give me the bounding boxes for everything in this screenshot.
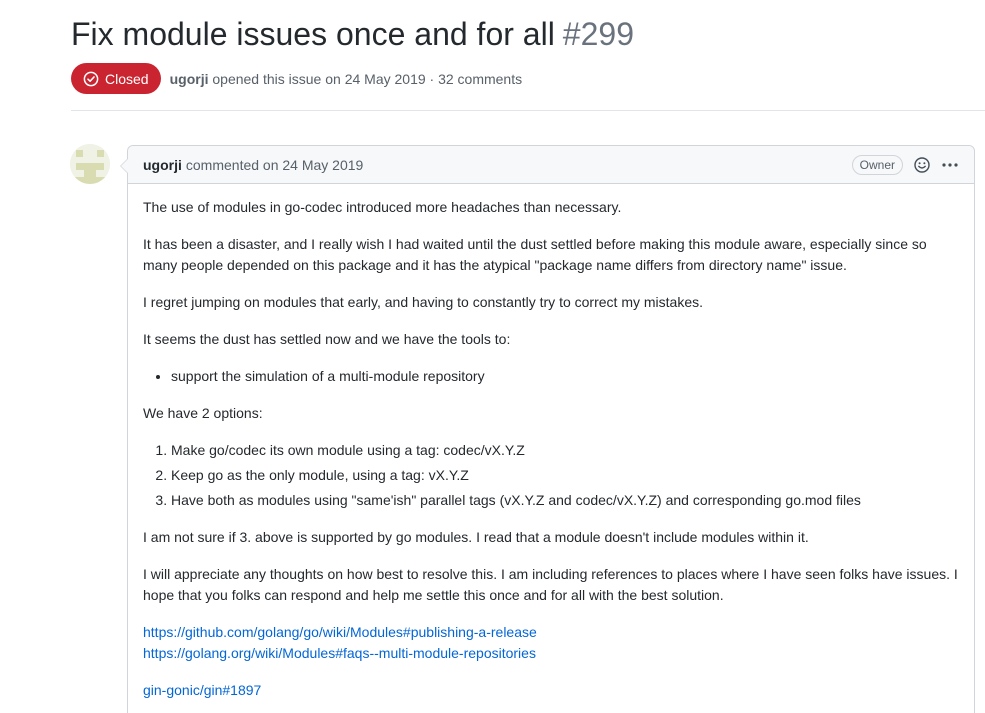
paragraph: It has been a disaster, and I really wis… xyxy=(143,236,927,273)
issue-number: #299 xyxy=(562,16,634,52)
list-item: support the simulation of a multi-module… xyxy=(171,366,959,387)
issue-meta-suffix: opened this issue on 24 May 2019 · 32 co… xyxy=(212,70,523,87)
header-divider xyxy=(71,110,985,111)
reference-link[interactable]: https://github.com/golang/go/wiki/Module… xyxy=(143,624,537,640)
paragraph: The use of modules in go-codec introduce… xyxy=(143,199,622,215)
smiley-icon[interactable] xyxy=(913,156,931,174)
issue-meta-text: ugorji opened this issue on 24 May 2019 … xyxy=(170,71,523,87)
options-intro: We have 2 options: xyxy=(143,405,263,421)
list-item: Make go/codec its own module using a tag… xyxy=(171,440,959,461)
paragraph: I regret jumping on modules that early, … xyxy=(143,294,703,310)
paragraph: It seems the dust has settled now and we… xyxy=(143,331,511,347)
comment-header: ugorji commented on 24 May 2019 Owner xyxy=(128,146,974,184)
list-item: Keep go as the only module, using a tag:… xyxy=(171,465,959,486)
owner-badge: Owner xyxy=(851,154,903,175)
paragraph: I will appreciate any thoughts on how be… xyxy=(143,566,958,603)
avatar[interactable] xyxy=(70,144,110,184)
comment-author-link[interactable]: ugorji xyxy=(143,157,182,173)
issue-title-row: Fix module issues once and for all #299 xyxy=(71,16,634,53)
issue-title: Fix module issues once and for all xyxy=(71,16,555,52)
reference-link[interactable]: https://golang.org/wiki/Modules#faqs--mu… xyxy=(143,645,536,661)
issue-reference: gin-gonic/gin#1897 xyxy=(143,680,959,701)
issue-meta: Closed ugorji opened this issue on 24 Ma… xyxy=(71,63,522,94)
identicon-avatar xyxy=(70,144,110,184)
comment-body: The use of modules in go-codec introduce… xyxy=(128,184,974,701)
options-list: Make go/codec its own module using a tag… xyxy=(171,440,959,511)
comment-actions: Owner xyxy=(851,154,959,175)
reference-links: https://github.com/golang/go/wiki/Module… xyxy=(143,622,959,664)
issue-author-link[interactable]: ugorji xyxy=(170,71,209,87)
bullet-list: support the simulation of a multi-module… xyxy=(171,366,959,387)
closed-circle-icon xyxy=(83,71,99,86)
comment-box: ugorji commented on 24 May 2019 Owner Th… xyxy=(120,145,975,713)
comment-date[interactable]: commented on 24 May 2019 xyxy=(186,157,363,173)
state-label: Closed xyxy=(105,70,149,87)
issue-ref-link[interactable]: gin-gonic/gin#1897 xyxy=(143,682,261,698)
paragraph: I am not sure if 3. above is supported b… xyxy=(143,529,809,545)
state-badge: Closed xyxy=(71,63,161,94)
kebab-horizontal-icon[interactable] xyxy=(941,156,959,174)
list-item: Have both as modules using "same'ish" pa… xyxy=(171,490,959,511)
